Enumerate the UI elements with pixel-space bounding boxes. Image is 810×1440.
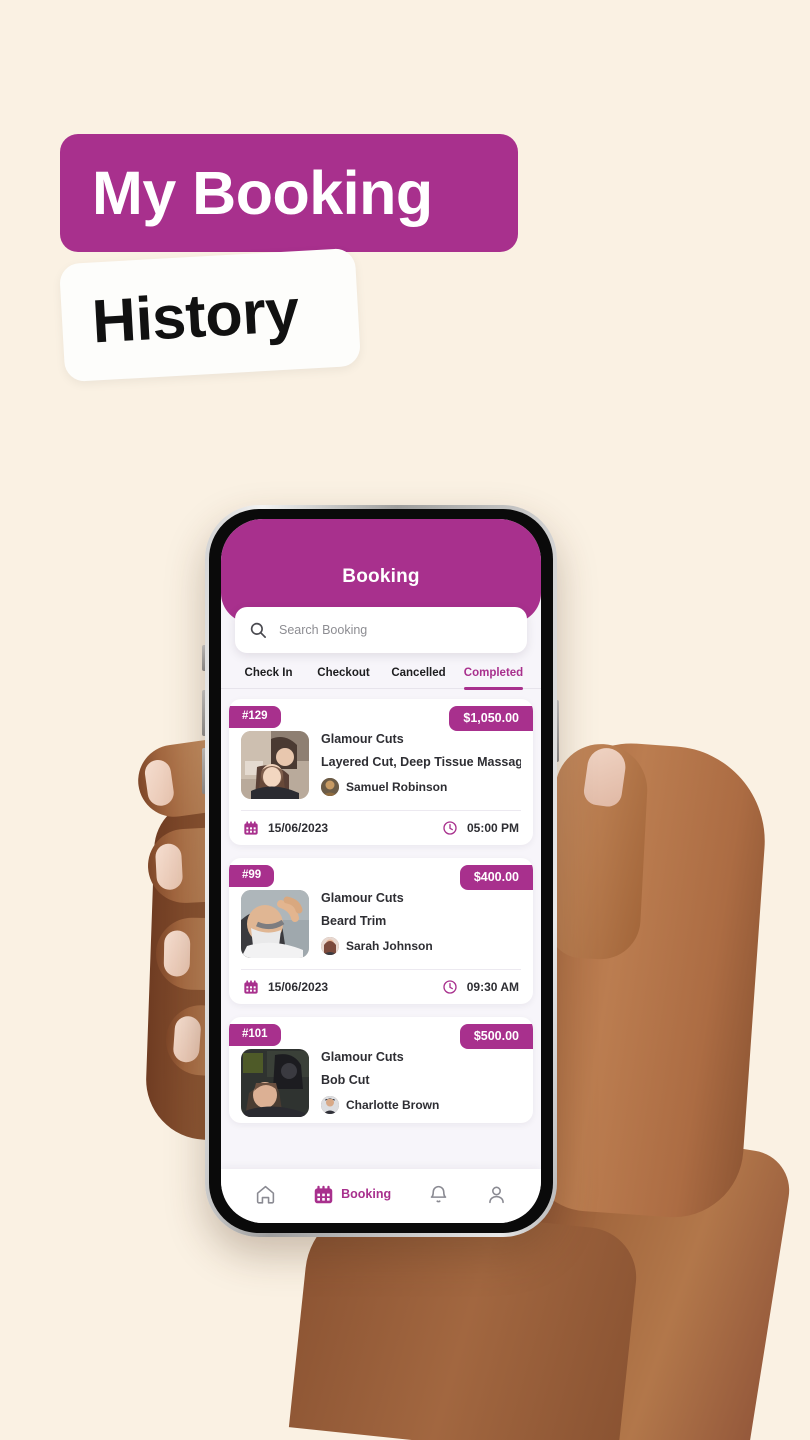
thumb bbox=[546, 741, 650, 962]
phone-device: Booking Check In Checkout Cancelled Comp… bbox=[205, 505, 557, 1237]
palm bbox=[523, 738, 772, 1222]
service-thumbnail bbox=[241, 1049, 309, 1117]
booking-id-badge: #99 bbox=[229, 865, 275, 887]
booking-status-tabs: Check In Checkout Cancelled Completed bbox=[221, 659, 541, 690]
calendar-icon bbox=[313, 1184, 334, 1205]
booking-card[interactable]: #99 $400.00 Glamour Cuts Beard Trim Sara… bbox=[229, 858, 533, 1004]
staff-name: Samuel Robinson bbox=[346, 780, 448, 794]
tab-cancelled[interactable]: Cancelled bbox=[381, 659, 456, 688]
search-input[interactable] bbox=[279, 623, 513, 637]
booking-price-badge: $1,050.00 bbox=[449, 706, 533, 731]
staff-row: Charlotte Brown bbox=[321, 1096, 521, 1114]
avatar bbox=[321, 937, 339, 955]
staff-row: Sarah Johnson bbox=[321, 937, 521, 955]
thumbnail-nail bbox=[582, 745, 628, 809]
avatar bbox=[321, 1096, 339, 1114]
hero-title-booking-badge: My Booking bbox=[60, 134, 518, 252]
search-bar[interactable] bbox=[235, 607, 527, 653]
fingernail bbox=[172, 1015, 202, 1064]
fingernail bbox=[143, 758, 176, 808]
bell-icon bbox=[428, 1184, 449, 1205]
poster-canvas: My Booking History Booking Search Bookin… bbox=[0, 0, 810, 1440]
booking-id-badge: #101 bbox=[229, 1024, 281, 1046]
booking-time: 09:30 AM bbox=[442, 979, 519, 995]
clock-icon bbox=[442, 820, 458, 836]
booking-price-badge: $500.00 bbox=[459, 1024, 533, 1049]
salon-name: Glamour Cuts bbox=[321, 891, 404, 905]
tab-checkout[interactable]: Checkout bbox=[306, 659, 381, 688]
card-badge-row: #129 $1,050.00 bbox=[229, 699, 533, 731]
calendar-icon bbox=[243, 820, 259, 836]
card-info: Glamour Cuts Layered Cut, Deep Tissue Ma… bbox=[309, 731, 521, 799]
service-name: Bob Cut bbox=[321, 1073, 370, 1087]
bottom-navigation: Booking bbox=[221, 1169, 541, 1223]
booking-time-value: 05:00 PM bbox=[466, 821, 519, 835]
avatar bbox=[321, 778, 339, 796]
booking-card[interactable]: #129 $1,050.00 Glamour Cuts Layered Cut,… bbox=[229, 699, 533, 845]
fingernail bbox=[163, 930, 191, 977]
calendar-icon bbox=[243, 979, 259, 995]
card-footer: 15/06/2023 05:00 PM bbox=[229, 811, 533, 839]
card-badge-row: #99 $400.00 bbox=[229, 858, 533, 890]
card-info: Glamour Cuts Beard Trim Sarah Johnson bbox=[309, 890, 521, 958]
fingernail bbox=[154, 843, 184, 891]
nav-item-profile[interactable] bbox=[486, 1184, 507, 1205]
service-thumbnail bbox=[241, 731, 309, 799]
hero-title-history-badge: History bbox=[58, 247, 362, 383]
booking-date: 15/06/2023 bbox=[243, 979, 328, 995]
booking-price-badge: $400.00 bbox=[459, 865, 533, 890]
salon-name: Glamour Cuts bbox=[321, 1050, 404, 1064]
booking-time-value: 09:30 AM bbox=[466, 980, 519, 994]
nav-item-booking-label: Booking bbox=[341, 1187, 392, 1201]
booking-id-badge: #129 bbox=[229, 706, 281, 728]
staff-name: Charlotte Brown bbox=[346, 1098, 440, 1112]
card-footer: 15/06/2023 09:30 AM bbox=[229, 970, 533, 998]
card-badge-row: #101 $500.00 bbox=[229, 1017, 533, 1049]
booking-time: 05:00 PM bbox=[442, 820, 519, 836]
tab-check-in[interactable]: Check In bbox=[231, 659, 306, 688]
phone-bezel: Booking Check In Checkout Cancelled Comp… bbox=[209, 509, 553, 1233]
phone-screen: Booking Check In Checkout Cancelled Comp… bbox=[221, 519, 541, 1223]
booking-date: 15/06/2023 bbox=[243, 820, 328, 836]
card-body: Glamour Cuts Beard Trim Sarah Johnson bbox=[229, 884, 533, 958]
card-body: Glamour Cuts Layered Cut, Deep Tissue Ma… bbox=[229, 725, 533, 799]
nav-item-home[interactable] bbox=[255, 1184, 276, 1205]
card-info: Glamour Cuts Bob Cut Charlotte Brown bbox=[309, 1049, 521, 1117]
nav-item-booking[interactable]: Booking bbox=[313, 1184, 391, 1205]
booking-card[interactable]: #101 $500.00 Glamour Cuts Bob Cut Charlo… bbox=[229, 1017, 533, 1123]
staff-name: Sarah Johnson bbox=[346, 939, 433, 953]
service-thumbnail bbox=[241, 890, 309, 958]
nav-item-notifications[interactable] bbox=[428, 1184, 449, 1205]
app-header-title: Booking bbox=[342, 566, 420, 587]
hero-title-line2: History bbox=[90, 275, 301, 356]
service-name: Layered Cut, Deep Tissue Massag bbox=[321, 755, 521, 769]
booking-date-value: 15/06/2023 bbox=[268, 980, 329, 994]
person-icon bbox=[486, 1184, 507, 1205]
service-name: Beard Trim bbox=[321, 914, 387, 928]
staff-row: Samuel Robinson bbox=[321, 778, 521, 796]
salon-name: Glamour Cuts bbox=[321, 732, 404, 746]
booking-list[interactable]: #129 $1,050.00 Glamour Cuts Layered Cut,… bbox=[221, 689, 541, 1123]
home-icon bbox=[255, 1184, 276, 1205]
card-body: Glamour Cuts Bob Cut Charlotte Brown bbox=[229, 1043, 533, 1117]
hero-title-line1: My Booking bbox=[92, 158, 433, 227]
tab-completed[interactable]: Completed bbox=[456, 659, 531, 690]
clock-icon bbox=[442, 979, 458, 995]
booking-date-value: 15/06/2023 bbox=[268, 821, 329, 835]
search-icon bbox=[249, 621, 267, 639]
